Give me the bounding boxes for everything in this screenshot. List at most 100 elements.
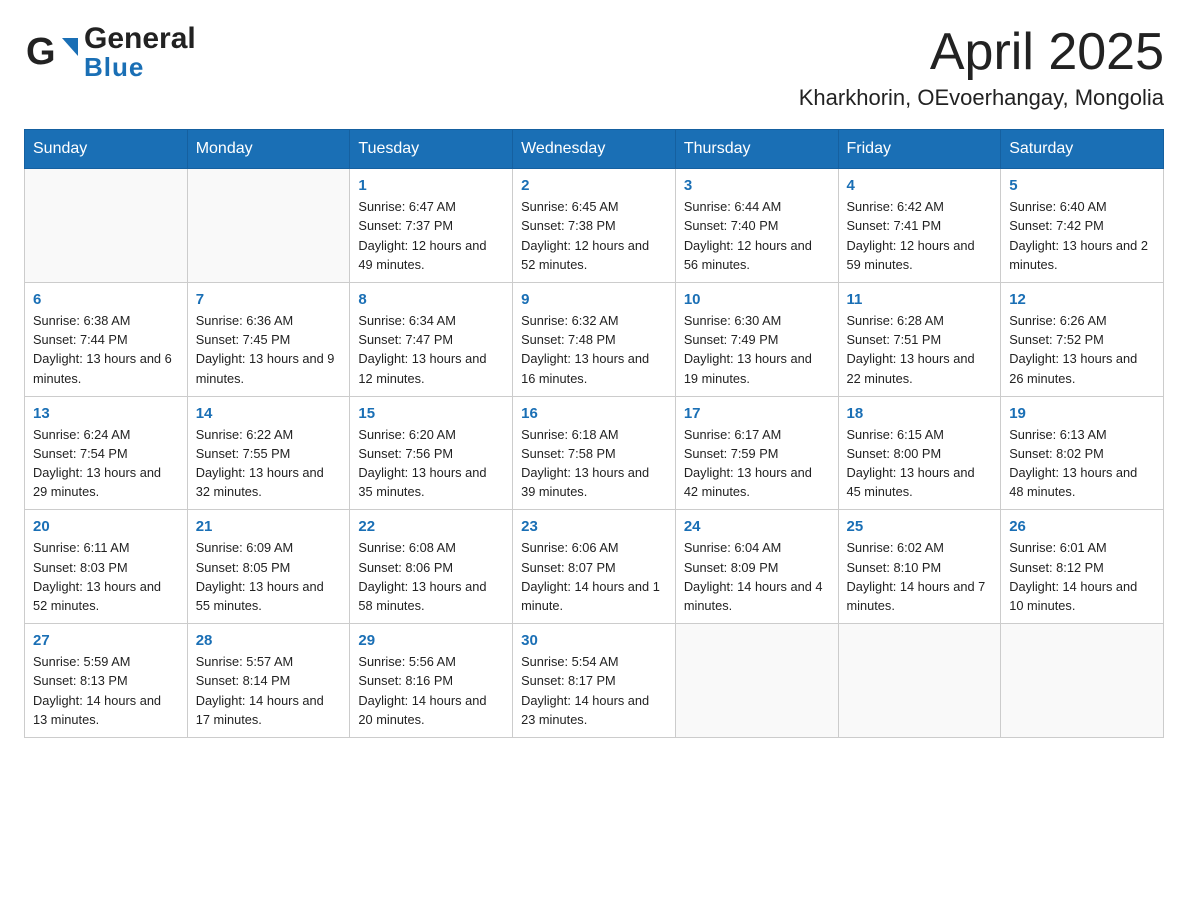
calendar-cell: 27 Sunrise: 5:59 AMSunset: 8:13 PMDayligh… — [25, 624, 188, 738]
day-number: 10 — [684, 291, 830, 308]
day-number: 23 — [521, 518, 667, 535]
day-info: Sunrise: 6:09 AMSunset: 8:05 PMDaylight:… — [196, 538, 342, 615]
calendar-cell — [187, 169, 350, 283]
day-info: Sunrise: 5:59 AMSunset: 8:13 PMDaylight:… — [33, 652, 179, 729]
day-info: Sunrise: 5:57 AMSunset: 8:14 PMDaylight:… — [196, 652, 342, 729]
day-number: 9 — [521, 291, 667, 308]
svg-text:G: G — [26, 31, 56, 72]
day-number: 12 — [1009, 291, 1155, 308]
day-number: 3 — [684, 177, 830, 194]
calendar-cell: 29Sunrise: 5:56 AMSunset: 8:16 PMDayligh… — [350, 624, 513, 738]
day-number: 18 — [847, 405, 993, 422]
calendar-cell: 22 Sunrise: 6:08 AMSunset: 8:06 PMDayligh… — [350, 510, 513, 624]
calendar-cell: 11Sunrise: 6:28 AMSunset: 7:51 PMDayligh… — [838, 282, 1001, 396]
header-sunday: Sunday — [25, 130, 188, 169]
calendar-cell: 17 Sunrise: 6:17 AMSunset: 7:59 PMDayligh… — [675, 396, 838, 510]
day-info: Sunrise: 6:38 AMSunset: 7:44 PMDaylight:… — [33, 311, 179, 388]
day-number: 20 — [33, 518, 179, 535]
day-info: Sunrise: 6:36 AMSunset: 7:45 PMDaylight:… — [196, 311, 342, 388]
calendar-cell — [838, 624, 1001, 738]
calendar-cell: 19 Sunrise: 6:13 AMSunset: 8:02 PMDayligh… — [1001, 396, 1164, 510]
calendar-cell: 8 Sunrise: 6:34 AMSunset: 7:47 PMDaylight… — [350, 282, 513, 396]
header-thursday: Thursday — [675, 130, 838, 169]
calendar-cell: 30 Sunrise: 5:54 AMSunset: 8:17 PMDayligh… — [513, 624, 676, 738]
day-info: Sunrise: 6:18 AMSunset: 7:58 PMDaylight:… — [521, 425, 667, 502]
calendar-cell: 14 Sunrise: 6:22 AMSunset: 7:55 PMDayligh… — [187, 396, 350, 510]
calendar-cell: 7 Sunrise: 6:36 AMSunset: 7:45 PMDaylight… — [187, 282, 350, 396]
day-number: 6 — [33, 291, 179, 308]
day-info: Sunrise: 6:13 AMSunset: 8:02 PMDaylight:… — [1009, 425, 1155, 502]
calendar-cell — [675, 624, 838, 738]
day-info: Sunrise: 6:11 AMSunset: 8:03 PMDaylight:… — [33, 538, 179, 615]
day-number: 14 — [196, 405, 342, 422]
logo: G General Blue — [24, 24, 196, 80]
calendar-cell — [25, 169, 188, 283]
day-info: Sunrise: 6:02 AMSunset: 8:10 PMDaylight:… — [847, 538, 993, 615]
day-number: 28 — [196, 632, 342, 649]
calendar-cell: 13 Sunrise: 6:24 AMSunset: 7:54 PMDayligh… — [25, 396, 188, 510]
day-info: Sunrise: 6:01 AMSunset: 8:12 PMDaylight:… — [1009, 538, 1155, 615]
calendar-table: SundayMondayTuesdayWednesdayThursdayFrid… — [24, 129, 1164, 738]
day-number: 17 — [684, 405, 830, 422]
day-info: Sunrise: 6:44 AMSunset: 7:40 PMDaylight:… — [684, 197, 830, 274]
day-info: Sunrise: 6:26 AMSunset: 7:52 PMDaylight:… — [1009, 311, 1155, 388]
day-info: Sunrise: 6:17 AMSunset: 7:59 PMDaylight:… — [684, 425, 830, 502]
day-number: 8 — [358, 291, 504, 308]
calendar-cell: 26 Sunrise: 6:01 AMSunset: 8:12 PMDayligh… — [1001, 510, 1164, 624]
day-info: Sunrise: 6:06 AMSunset: 8:07 PMDaylight:… — [521, 538, 667, 615]
day-number: 21 — [196, 518, 342, 535]
day-info: Sunrise: 6:42 AMSunset: 7:41 PMDaylight:… — [847, 197, 993, 274]
header-friday: Friday — [838, 130, 1001, 169]
calendar-cell: 18 Sunrise: 6:15 AMSunset: 8:00 PMDayligh… — [838, 396, 1001, 510]
calendar-cell: 3 Sunrise: 6:44 AMSunset: 7:40 PMDaylight… — [675, 169, 838, 283]
calendar-header-row: SundayMondayTuesdayWednesdayThursdayFrid… — [25, 130, 1164, 169]
day-info: Sunrise: 6:45 AMSunset: 7:38 PMDaylight:… — [521, 197, 667, 274]
day-number: 30 — [521, 632, 667, 649]
day-info: Sunrise: 6:30 AMSunset: 7:49 PMDaylight:… — [684, 311, 830, 388]
day-number: 1 — [358, 177, 504, 194]
calendar-cell: 12 Sunrise: 6:26 AMSunset: 7:52 PMDayligh… — [1001, 282, 1164, 396]
title-block: April 2025 Kharkhorin, OEvoerhangay, Mon… — [799, 24, 1164, 111]
day-info: Sunrise: 6:34 AMSunset: 7:47 PMDaylight:… — [358, 311, 504, 388]
calendar-cell: 16 Sunrise: 6:18 AMSunset: 7:58 PMDayligh… — [513, 396, 676, 510]
week-row-5: 27 Sunrise: 5:59 AMSunset: 8:13 PMDayligh… — [25, 624, 1164, 738]
day-number: 26 — [1009, 518, 1155, 535]
day-info: Sunrise: 6:28 AMSunset: 7:51 PMDaylight:… — [847, 311, 993, 388]
day-info: Sunrise: 6:15 AMSunset: 8:00 PMDaylight:… — [847, 425, 993, 502]
day-info: Sunrise: 6:40 AMSunset: 7:42 PMDaylight:… — [1009, 197, 1155, 274]
week-row-1: 1Sunrise: 6:47 AMSunset: 7:37 PMDaylight… — [25, 169, 1164, 283]
week-row-4: 20 Sunrise: 6:11 AMSunset: 8:03 PMDayligh… — [25, 510, 1164, 624]
calendar-cell: 15 Sunrise: 6:20 AMSunset: 7:56 PMDayligh… — [350, 396, 513, 510]
day-number: 25 — [847, 518, 993, 535]
calendar-cell: 2Sunrise: 6:45 AMSunset: 7:38 PMDaylight… — [513, 169, 676, 283]
day-number: 15 — [358, 405, 504, 422]
calendar-cell: 28 Sunrise: 5:57 AMSunset: 8:14 PMDayligh… — [187, 624, 350, 738]
header-tuesday: Tuesday — [350, 130, 513, 169]
calendar-cell: 1Sunrise: 6:47 AMSunset: 7:37 PMDaylight… — [350, 169, 513, 283]
day-info: Sunrise: 5:56 AMSunset: 8:16 PMDaylight:… — [358, 652, 504, 729]
header-wednesday: Wednesday — [513, 130, 676, 169]
calendar-cell: 4Sunrise: 6:42 AMSunset: 7:41 PMDaylight… — [838, 169, 1001, 283]
day-number: 5 — [1009, 177, 1155, 194]
page-header: G General Blue April 2025 Kharkhorin, OE… — [24, 24, 1164, 111]
calendar-cell: 23 Sunrise: 6:06 AMSunset: 8:07 PMDayligh… — [513, 510, 676, 624]
logo-icon: G — [24, 28, 80, 72]
day-number: 16 — [521, 405, 667, 422]
day-number: 22 — [358, 518, 504, 535]
calendar-cell: 5 Sunrise: 6:40 AMSunset: 7:42 PMDaylight… — [1001, 169, 1164, 283]
day-info: Sunrise: 6:22 AMSunset: 7:55 PMDaylight:… — [196, 425, 342, 502]
day-info: Sunrise: 6:24 AMSunset: 7:54 PMDaylight:… — [33, 425, 179, 502]
calendar-cell: 10 Sunrise: 6:30 AMSunset: 7:49 PMDayligh… — [675, 282, 838, 396]
day-info: Sunrise: 6:20 AMSunset: 7:56 PMDaylight:… — [358, 425, 504, 502]
week-row-2: 6 Sunrise: 6:38 AMSunset: 7:44 PMDaylight… — [25, 282, 1164, 396]
calendar-cell: 25 Sunrise: 6:02 AMSunset: 8:10 PMDayligh… — [838, 510, 1001, 624]
header-saturday: Saturday — [1001, 130, 1164, 169]
day-number: 19 — [1009, 405, 1155, 422]
day-info: Sunrise: 6:08 AMSunset: 8:06 PMDaylight:… — [358, 538, 504, 615]
day-info: Sunrise: 6:04 AMSunset: 8:09 PMDaylight:… — [684, 538, 830, 615]
day-number: 27 — [33, 632, 179, 649]
day-info: Sunrise: 5:54 AMSunset: 8:17 PMDaylight:… — [521, 652, 667, 729]
day-number: 13 — [33, 405, 179, 422]
day-number: 7 — [196, 291, 342, 308]
day-number: 24 — [684, 518, 830, 535]
